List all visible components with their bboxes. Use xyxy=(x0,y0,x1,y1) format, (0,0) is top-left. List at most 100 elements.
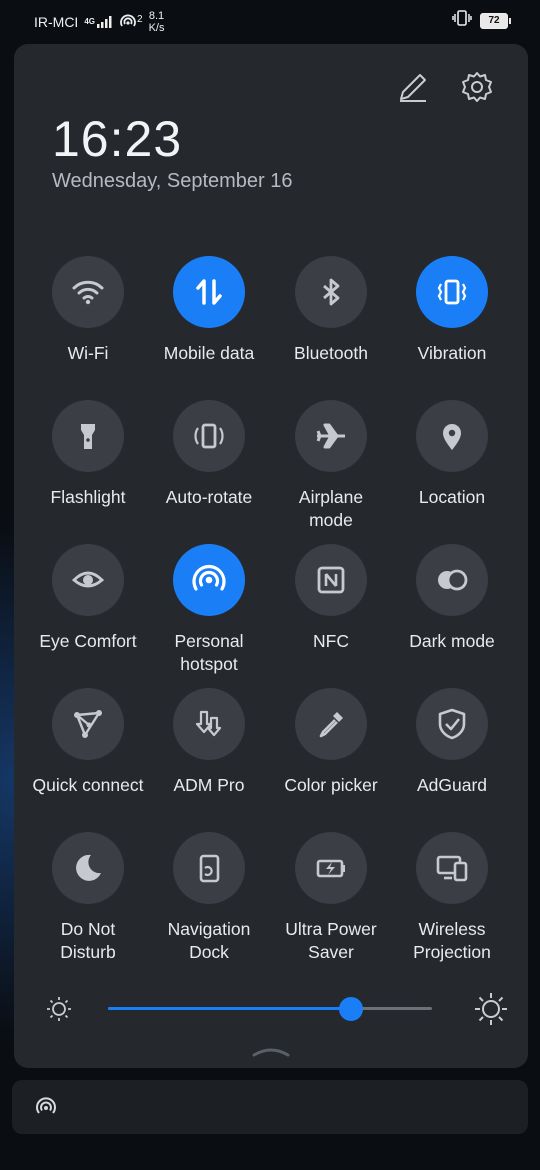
notification-card[interactable] xyxy=(12,1080,528,1134)
tile-toggle-button[interactable] xyxy=(416,688,488,760)
gear-icon[interactable] xyxy=(460,70,494,109)
tile-toggle-button[interactable] xyxy=(416,256,488,328)
pencil-icon[interactable] xyxy=(396,70,430,109)
tile-label: Vibration xyxy=(391,342,513,365)
tile-label-line: Dock xyxy=(189,942,229,962)
tile-label: ADM Pro xyxy=(148,774,270,797)
brightness-slider[interactable] xyxy=(108,997,432,1021)
tile-toggle-button[interactable] xyxy=(173,832,245,904)
status-bar: IR-MCI 4G 2 8.1 K/s 72 xyxy=(0,0,540,38)
projection-icon xyxy=(432,848,472,888)
navigation-dock-icon xyxy=(189,848,229,888)
moon-icon xyxy=(68,848,108,888)
battery-saver-icon xyxy=(311,848,351,888)
eye-icon xyxy=(68,560,108,600)
tile-toggle-button[interactable] xyxy=(295,544,367,616)
tile-toggle-button[interactable] xyxy=(295,256,367,328)
brightness-thumb[interactable] xyxy=(339,997,363,1021)
tile-quick-connect[interactable]: Quick connect xyxy=(27,688,149,797)
network-speed: 8.1 K/s xyxy=(149,10,165,34)
tile-mobile-data[interactable]: Mobile data xyxy=(148,256,270,365)
tile-toggle-button[interactable] xyxy=(295,688,367,760)
tile-label: Location xyxy=(391,486,513,509)
tile-label: Wireless Projection xyxy=(391,918,513,964)
tile-label-line: ADM Pro xyxy=(173,775,245,795)
tile-label-line: Flashlight xyxy=(50,487,126,507)
quick-settings-panel: 16:23 Wednesday, September 16 Wi-Fi Mobil… xyxy=(14,44,528,1068)
tile-label-line: Color picker xyxy=(284,775,378,795)
tile-hotspot[interactable]: Personal hotspot xyxy=(148,544,270,676)
auto-rotate-icon xyxy=(189,416,229,456)
bluetooth-icon xyxy=(311,272,351,312)
tile-toggle-button[interactable] xyxy=(173,544,245,616)
date[interactable]: Wednesday, September 16 xyxy=(52,170,293,193)
tile-wifi[interactable]: Wi-Fi xyxy=(27,256,149,365)
tile-toggle-button[interactable] xyxy=(173,256,245,328)
network-type: 4G xyxy=(84,17,95,26)
shield-icon xyxy=(432,704,472,744)
tile-toggle-button[interactable] xyxy=(52,400,124,472)
tile-toggle-button[interactable] xyxy=(52,544,124,616)
tile-auto-rotate[interactable]: Auto-rotate xyxy=(148,400,270,509)
tile-vibration[interactable]: Vibration xyxy=(391,256,513,365)
tile-label-line: Personal xyxy=(174,631,244,651)
nfc-icon xyxy=(311,560,351,600)
tile-projection[interactable]: Wireless Projection xyxy=(391,832,513,964)
tile-toggle-button[interactable] xyxy=(416,400,488,472)
network-speed-value: 8.1 xyxy=(148,10,165,22)
tile-nfc[interactable]: NFC xyxy=(270,544,392,653)
tile-color-picker[interactable]: Color picker xyxy=(270,688,392,797)
tile-label-line: Mobile data xyxy=(163,343,255,363)
tile-label: Eye Comfort xyxy=(27,630,149,653)
tile-dark-mode[interactable]: Dark mode xyxy=(391,544,513,653)
tile-label-line: Quick connect xyxy=(32,775,144,795)
dark-mode-icon xyxy=(432,560,472,600)
tile-label-line: Projection xyxy=(413,942,491,962)
tile-label: AdGuard xyxy=(391,774,513,797)
tile-label-line: Airplane xyxy=(298,487,364,507)
tile-toggle-button[interactable] xyxy=(52,688,124,760)
tile-label-line: Eye Comfort xyxy=(39,631,137,651)
tile-location[interactable]: Location xyxy=(391,400,513,509)
tile-airplane[interactable]: Airplane mode xyxy=(270,400,392,532)
tile-toggle-button[interactable] xyxy=(52,256,124,328)
tile-label-line: Ultra Power xyxy=(285,919,377,939)
tile-toggle-button[interactable] xyxy=(295,832,367,904)
hotspot-notification-icon xyxy=(34,1096,58,1125)
network-speed-unit: K/s xyxy=(148,22,165,34)
brightness-high-icon xyxy=(472,990,510,1033)
clock[interactable]: 16:23 xyxy=(52,110,182,168)
tile-label-line: hotspot xyxy=(180,654,238,674)
tile-toggle-button[interactable] xyxy=(416,544,488,616)
hotspot-icon xyxy=(187,558,231,602)
vibration-icon xyxy=(432,272,472,312)
tile-download[interactable]: ADM Pro xyxy=(148,688,270,797)
collapse-handle-icon[interactable] xyxy=(252,1044,290,1063)
tile-label: Color picker xyxy=(270,774,392,797)
mobile-data-icon xyxy=(189,272,229,312)
tile-toggle-button[interactable] xyxy=(173,400,245,472)
tile-label-line: Wi-Fi xyxy=(67,343,109,363)
vibration-status-icon xyxy=(452,9,472,32)
tile-label-line: Navigation xyxy=(167,919,251,939)
tile-toggle-button[interactable] xyxy=(295,400,367,472)
tile-flashlight[interactable]: Flashlight xyxy=(27,400,149,509)
tile-label: Wi-Fi xyxy=(27,342,149,365)
tile-label-line: AdGuard xyxy=(416,775,488,795)
tile-bluetooth[interactable]: Bluetooth xyxy=(270,256,392,365)
wifi-icon xyxy=(68,272,108,312)
tile-toggle-button[interactable] xyxy=(416,832,488,904)
tile-label: Personal hotspot xyxy=(148,630,270,676)
tile-eye[interactable]: Eye Comfort xyxy=(27,544,149,653)
tile-label: Do Not Disturb xyxy=(27,918,149,964)
tile-navigation-dock[interactable]: Navigation Dock xyxy=(148,832,270,964)
tile-moon[interactable]: Do Not Disturb xyxy=(27,832,149,964)
tile-label-line: Dark mode xyxy=(409,631,495,651)
tile-battery-saver[interactable]: Ultra Power Saver xyxy=(270,832,392,964)
tile-label-line: Saver xyxy=(308,942,354,962)
tile-label: Flashlight xyxy=(27,486,149,509)
tile-label: Auto-rotate xyxy=(148,486,270,509)
tile-toggle-button[interactable] xyxy=(173,688,245,760)
tile-shield[interactable]: AdGuard xyxy=(391,688,513,797)
tile-toggle-button[interactable] xyxy=(52,832,124,904)
